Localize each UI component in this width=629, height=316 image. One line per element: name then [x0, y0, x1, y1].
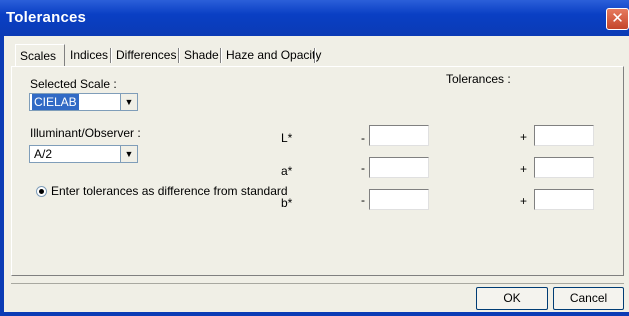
tab-haze-and-opacity[interactable]: Haze and Opacity: [222, 46, 325, 65]
window-border-left: [0, 36, 4, 316]
tab-separator: [314, 48, 316, 63]
b-star-plus-input[interactable]: [534, 189, 594, 210]
l-star-plus-input[interactable]: [534, 125, 594, 146]
a-star-label: a*: [281, 164, 293, 178]
window-border-bottom: [0, 312, 629, 316]
difference-from-standard-label: Enter tolerances as difference from stan…: [51, 184, 288, 198]
tab-scales[interactable]: Scales: [15, 44, 65, 66]
l-star-plus-sign: +: [520, 130, 528, 144]
a-star-plus-sign: +: [520, 162, 528, 176]
radio-selected-dot: [39, 189, 44, 194]
a-star-minus-sign: -: [361, 161, 365, 175]
difference-from-standard-radio[interactable]: [36, 186, 47, 197]
button-area-divider: [11, 283, 624, 284]
title-bar: Tolerances ✕: [0, 0, 629, 36]
l-star-minus-input[interactable]: [369, 125, 429, 146]
chevron-down-icon[interactable]: ▼: [120, 146, 137, 162]
a-star-minus-input[interactable]: [369, 157, 429, 178]
tab-indices[interactable]: Indices: [66, 46, 112, 65]
illuminant-observer-value: A/2: [34, 147, 53, 161]
selected-scale-value: CIELAB: [32, 94, 79, 110]
illuminant-observer-label: Illuminant/Observer :: [30, 126, 141, 140]
b-star-plus-sign: +: [520, 194, 528, 208]
close-icon: ✕: [611, 10, 624, 27]
close-button[interactable]: ✕: [606, 8, 629, 30]
b-star-minus-sign: -: [361, 193, 365, 207]
selected-scale-dropdown[interactable]: CIELAB ▼: [29, 93, 138, 111]
tolerances-heading: Tolerances :: [446, 72, 511, 86]
b-star-minus-input[interactable]: [369, 189, 429, 210]
cancel-button[interactable]: Cancel: [553, 287, 624, 310]
tab-differences[interactable]: Differences: [112, 46, 180, 65]
tab-shade[interactable]: Shade: [180, 46, 223, 65]
l-star-label: L*: [281, 131, 293, 145]
illuminant-observer-dropdown[interactable]: A/2 ▼: [29, 145, 138, 163]
a-star-plus-input[interactable]: [534, 157, 594, 178]
l-star-minus-sign: -: [361, 131, 365, 145]
b-star-label: b*: [281, 196, 293, 210]
ok-button[interactable]: OK: [476, 287, 548, 310]
chevron-down-icon[interactable]: ▼: [120, 94, 137, 110]
selected-scale-label: Selected Scale :: [30, 77, 117, 91]
window-title: Tolerances: [6, 9, 87, 26]
